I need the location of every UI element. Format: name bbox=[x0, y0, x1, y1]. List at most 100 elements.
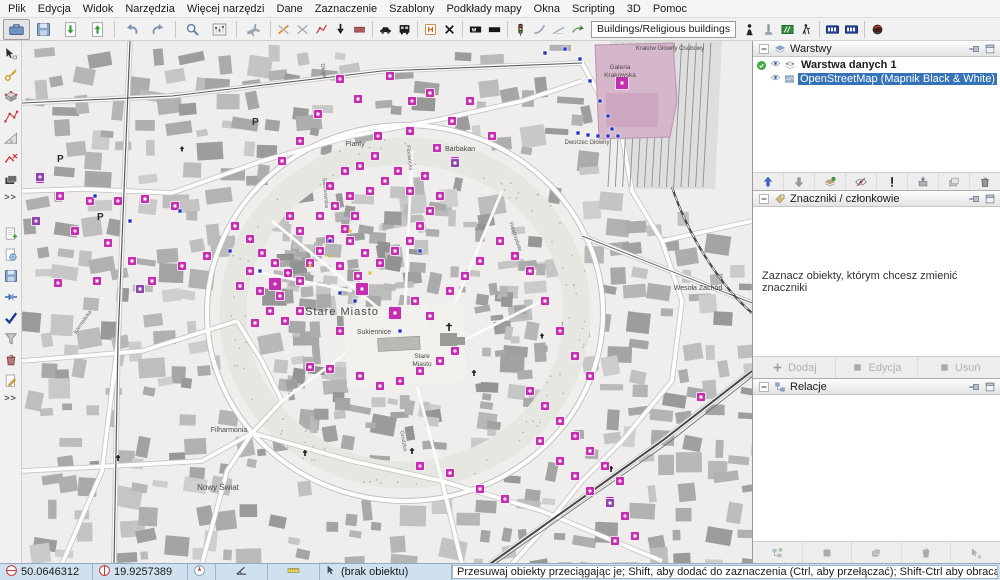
nationalpark-button[interactable] bbox=[868, 19, 887, 40]
religious-building-marker[interactable] bbox=[631, 532, 640, 541]
religious-building-marker[interactable] bbox=[341, 167, 350, 176]
religious-building-marker[interactable] bbox=[381, 177, 390, 186]
religious-building-marker[interactable] bbox=[286, 212, 295, 221]
religious-building-marker[interactable] bbox=[231, 222, 240, 231]
pawn-button[interactable] bbox=[740, 19, 759, 40]
religious-building-marker[interactable] bbox=[296, 307, 305, 316]
validate-button[interactable] bbox=[1, 307, 21, 328]
religious-building-marker[interactable] bbox=[316, 212, 325, 221]
relations-tool-3-button[interactable] bbox=[852, 542, 902, 563]
layer-activate-button[interactable] bbox=[815, 173, 846, 190]
parallel-button[interactable] bbox=[1, 169, 21, 190]
node-marker[interactable] bbox=[616, 134, 620, 138]
religious-building-marker[interactable] bbox=[556, 327, 565, 336]
religious-building-marker[interactable] bbox=[276, 292, 285, 301]
upload-button[interactable] bbox=[84, 19, 111, 40]
religious-building-marker[interactable] bbox=[501, 495, 510, 504]
tags-usu-button[interactable]: Usuń bbox=[918, 357, 1000, 378]
religious-building-marker[interactable] bbox=[361, 249, 370, 258]
motorway-blue2-button[interactable] bbox=[842, 19, 861, 40]
node-marker[interactable] bbox=[598, 99, 602, 103]
religious-building-marker[interactable] bbox=[526, 387, 535, 396]
improve-button[interactable] bbox=[1, 106, 21, 127]
node-marker[interactable] bbox=[606, 134, 610, 138]
religious-building-marker[interactable] bbox=[306, 363, 315, 372]
delete-way-button[interactable] bbox=[1, 148, 21, 169]
node-marker[interactable] bbox=[258, 269, 262, 273]
religious-building-marker[interactable] bbox=[371, 152, 380, 161]
node-marker[interactable] bbox=[328, 239, 332, 243]
religious-building-marker[interactable] bbox=[448, 117, 457, 126]
junction-orange-button[interactable] bbox=[274, 19, 293, 40]
religious-building-marker[interactable] bbox=[556, 417, 565, 426]
layer-row[interactable]: OpenStreetMap (Mapnik Black & White) bbox=[753, 72, 1000, 86]
religious-building-marker[interactable] bbox=[296, 137, 305, 146]
religious-building-marker[interactable] bbox=[601, 462, 610, 471]
more-tools-button[interactable]: >> bbox=[1, 391, 21, 404]
religious-building-marker[interactable] bbox=[246, 235, 255, 244]
religious-building-marker[interactable] bbox=[406, 187, 415, 196]
religious-building-marker[interactable] bbox=[606, 499, 615, 508]
save-layer-button[interactable] bbox=[1, 265, 21, 286]
node-marker[interactable] bbox=[610, 127, 614, 131]
religious-building-marker[interactable] bbox=[408, 97, 417, 106]
religious-building-marker[interactable] bbox=[278, 157, 287, 166]
religious-building-marker[interactable] bbox=[71, 227, 80, 236]
node-marker[interactable] bbox=[588, 79, 592, 83]
draw-button[interactable] bbox=[1, 64, 21, 85]
religious-building-marker[interactable] bbox=[104, 239, 113, 248]
menu-item-7[interactable]: Zaznaczenie bbox=[309, 0, 383, 17]
save-button[interactable] bbox=[30, 19, 57, 40]
collapse-button[interactable] bbox=[757, 193, 770, 205]
religious-building-marker[interactable] bbox=[356, 372, 365, 381]
religious-building-marker[interactable] bbox=[586, 447, 595, 456]
menu-item-3[interactable]: Widok bbox=[77, 0, 120, 17]
node-marker[interactable] bbox=[128, 219, 132, 223]
religious-building-marker[interactable] bbox=[32, 217, 41, 226]
religious-building-marker[interactable] bbox=[251, 319, 260, 328]
religious-building-marker[interactable] bbox=[461, 272, 470, 281]
religious-building-marker[interactable] bbox=[236, 282, 245, 291]
religious-building-marker[interactable] bbox=[426, 89, 435, 98]
node-marker[interactable] bbox=[178, 209, 182, 213]
religious-building-marker[interactable] bbox=[376, 259, 385, 268]
religious-building-marker[interactable] bbox=[56, 192, 65, 201]
node-marker[interactable] bbox=[596, 134, 600, 138]
relations-tool-1-button[interactable] bbox=[753, 542, 803, 563]
religious-building-marker[interactable] bbox=[314, 110, 323, 119]
religious-building-marker[interactable] bbox=[571, 432, 580, 441]
religious-building-marker[interactable] bbox=[296, 227, 305, 236]
tags-edycja-button[interactable]: Edycja bbox=[836, 357, 919, 378]
religious-building-marker[interactable] bbox=[697, 393, 706, 402]
node-marker[interactable] bbox=[606, 114, 610, 118]
religious-building-marker[interactable] bbox=[406, 237, 415, 246]
religious-building-marker[interactable] bbox=[351, 212, 360, 221]
open-location-button[interactable] bbox=[1, 244, 21, 265]
red-rect-button[interactable] bbox=[350, 19, 369, 40]
menu-item-10[interactable]: Okna bbox=[528, 0, 566, 17]
node-marker[interactable] bbox=[338, 291, 342, 295]
religious-building-marker[interactable] bbox=[316, 247, 325, 256]
menu-item-5[interactable]: Więcej narzędzi bbox=[181, 0, 271, 17]
edit-doc-button[interactable] bbox=[1, 370, 21, 391]
religious-building-marker[interactable] bbox=[266, 307, 275, 316]
religious-building-marker[interactable] bbox=[93, 277, 102, 286]
road-black-button[interactable] bbox=[485, 19, 504, 40]
menu-item-13[interactable]: Pomoc bbox=[647, 0, 693, 17]
religious-building-marker[interactable] bbox=[476, 485, 485, 494]
visibility-toggle[interactable] bbox=[770, 72, 781, 86]
religious-building-marker[interactable] bbox=[433, 144, 442, 153]
religious-building-marker[interactable] bbox=[466, 97, 475, 106]
open-button[interactable] bbox=[3, 19, 30, 40]
religious-building-marker[interactable] bbox=[354, 95, 363, 104]
search-button[interactable] bbox=[179, 19, 206, 40]
layer-opacity-button[interactable] bbox=[877, 173, 908, 190]
pin-button[interactable] bbox=[967, 43, 980, 55]
religious-building-marker[interactable] bbox=[451, 159, 460, 168]
religious-building-marker[interactable] bbox=[416, 222, 425, 231]
crossing-button[interactable] bbox=[778, 19, 797, 40]
religious-building-marker[interactable] bbox=[556, 457, 565, 466]
filter-button[interactable] bbox=[1, 328, 21, 349]
religious-building-marker[interactable] bbox=[476, 257, 485, 266]
religious-building-marker[interactable] bbox=[541, 297, 550, 306]
